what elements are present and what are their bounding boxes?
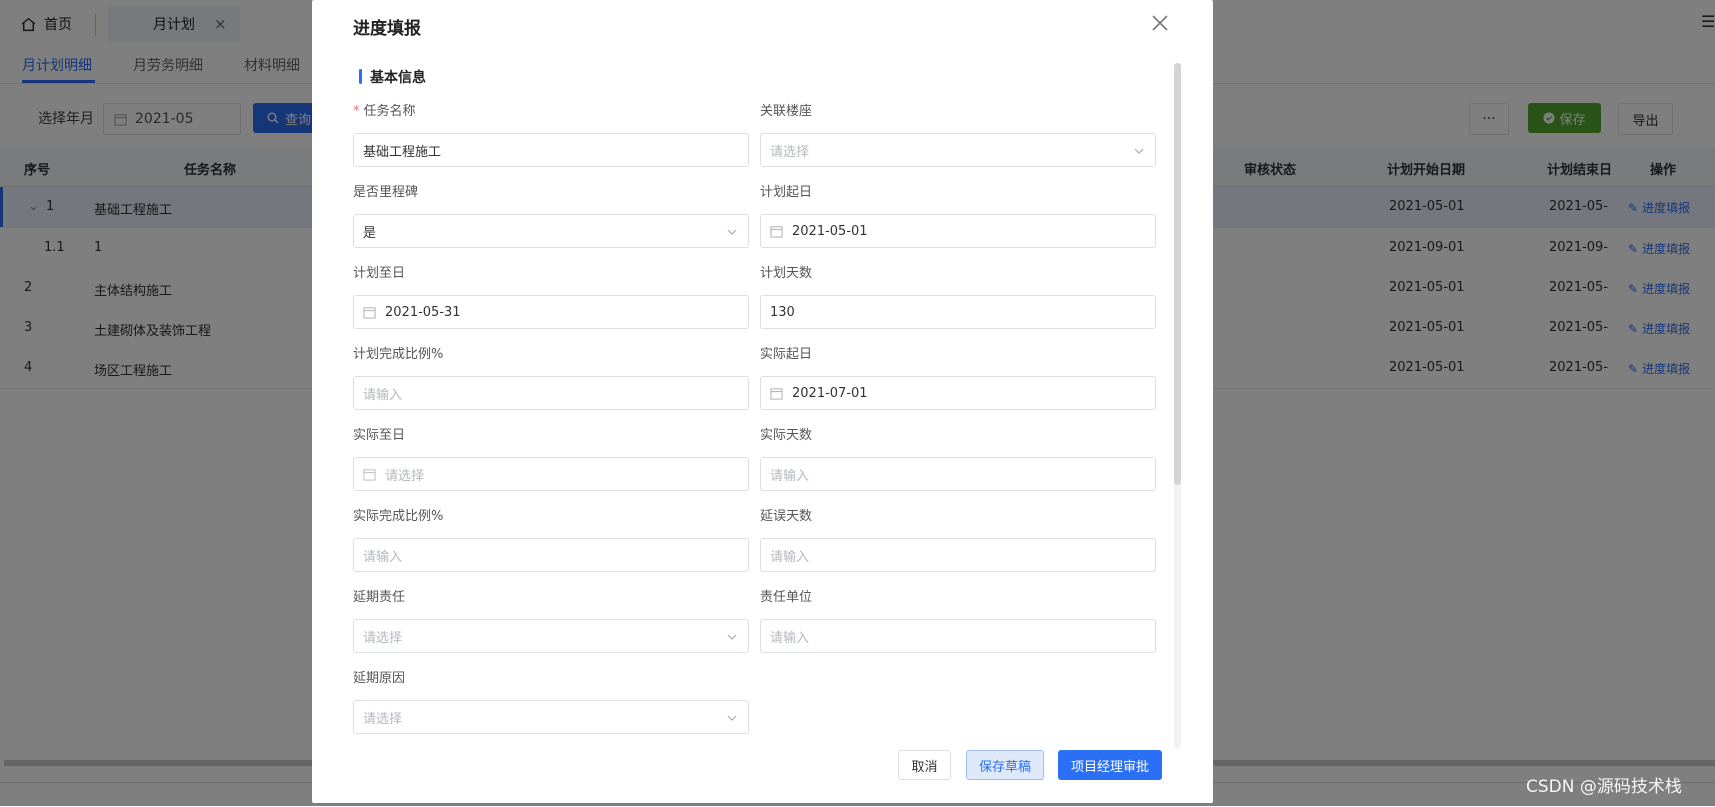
plan-end-date-picker[interactable]: 2021-05-31 (353, 295, 749, 329)
actual-end-date-picker[interactable]: 请选择 (353, 457, 749, 491)
task-name-input[interactable]: 基础工程施工 (353, 133, 749, 167)
actual-ratio-label: 实际完成比例% (353, 509, 444, 524)
delay-responsibility-label: 延期责任 (353, 590, 406, 605)
dialog-scrollbar[interactable] (1174, 63, 1181, 749)
chevron-down-icon (1134, 148, 1144, 154)
save-draft-button[interactable]: 保存草稿 (966, 750, 1044, 780)
actual-end-label: 实际至日 (353, 428, 406, 443)
milestone-label: 是否里程碑 (353, 185, 419, 200)
task-name-label: * 任务名称 (353, 104, 416, 119)
chevron-down-icon (727, 715, 737, 721)
plan-start-date-picker[interactable]: 2021-05-01 (760, 214, 1156, 248)
required-marker: * (353, 104, 360, 119)
delay-reason-label: 延期原因 (353, 671, 406, 686)
milestone-select[interactable]: 是 (353, 214, 749, 248)
responsible-unit-label: 责任单位 (760, 590, 813, 605)
actual-days-label: 实际天数 (760, 428, 813, 443)
close-icon[interactable] (1149, 12, 1171, 34)
delay-days-input[interactable]: 请输入 (760, 538, 1156, 572)
progress-report-dialog: 进度填报 基本信息 * 任务名称 基础工程施工 关联楼座 请选择 是否里程碑 是 … (312, 0, 1213, 803)
manager-approve-button[interactable]: 项目经理审批 (1058, 750, 1162, 780)
actual-days-input[interactable]: 请输入 (760, 457, 1156, 491)
calendar-icon (770, 387, 783, 400)
plan-end-label: 计划至日 (353, 266, 406, 281)
actual-start-label: 实际起日 (760, 347, 813, 362)
delay-responsibility-select[interactable]: 请选择 (353, 619, 749, 653)
actual-start-date-picker[interactable]: 2021-07-01 (760, 376, 1156, 410)
calendar-icon (770, 225, 783, 238)
dialog-scrollbar-thumb[interactable] (1174, 63, 1181, 485)
plan-ratio-label: 计划完成比例% (353, 347, 444, 362)
chevron-down-icon (727, 229, 737, 235)
watermark: CSDN @源码技术栈 (1526, 777, 1682, 797)
chevron-down-icon (727, 634, 737, 640)
building-select[interactable]: 请选择 (760, 133, 1156, 167)
plan-days-input[interactable]: 130 (760, 295, 1156, 329)
dialog-title: 进度填报 (353, 19, 421, 39)
plan-start-label: 计划起日 (760, 185, 813, 200)
delay-days-label: 延误天数 (760, 509, 813, 524)
section-marker (359, 69, 362, 84)
plan-days-label: 计划天数 (760, 266, 813, 281)
delay-reason-select[interactable]: 请选择 (353, 700, 749, 734)
building-label: 关联楼座 (760, 104, 813, 119)
calendar-icon (363, 306, 376, 319)
plan-ratio-input[interactable]: 请输入 (353, 376, 749, 410)
section-title: 基本信息 (370, 70, 426, 86)
calendar-icon (363, 468, 376, 481)
responsible-unit-input[interactable]: 请输入 (760, 619, 1156, 653)
cancel-button[interactable]: 取消 (898, 750, 951, 780)
actual-ratio-input[interactable]: 请输入 (353, 538, 749, 572)
